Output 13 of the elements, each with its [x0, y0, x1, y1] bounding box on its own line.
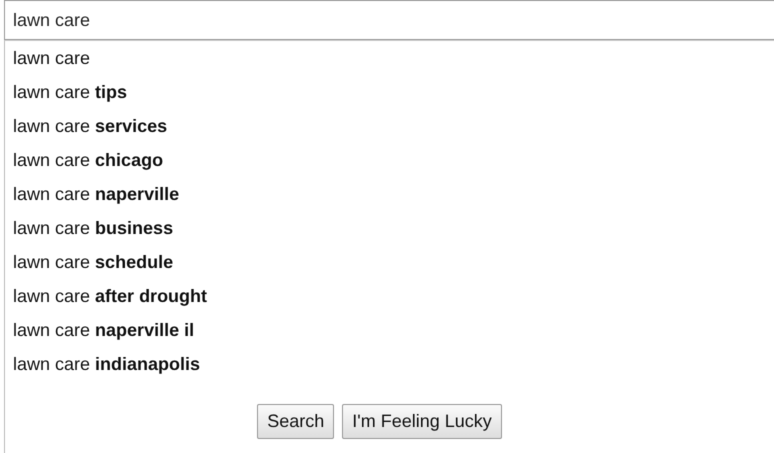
suggestion-item[interactable]: lawn care indianapolis [5, 347, 208, 381]
suggestion-item[interactable]: lawn care business [5, 211, 182, 245]
suggestion-item[interactable]: lawn care naperville [5, 177, 188, 211]
search-button[interactable]: Search [257, 404, 334, 439]
suggestion-item[interactable]: lawn care naperville il [5, 313, 202, 347]
suggestion-item[interactable]: lawn care tips [5, 75, 136, 109]
search-field[interactable]: lawn care [4, 0, 774, 40]
suggestion-item[interactable]: lawn care schedule [5, 245, 182, 279]
suggestion-item[interactable]: lawn care chicago [5, 143, 172, 177]
lucky-button[interactable]: I'm Feeling Lucky [342, 404, 502, 439]
suggestion-item[interactable]: lawn care after drought [5, 279, 216, 313]
suggestion-item[interactable]: lawn care [5, 41, 98, 75]
suggestion-item[interactable]: lawn care services [5, 109, 176, 143]
